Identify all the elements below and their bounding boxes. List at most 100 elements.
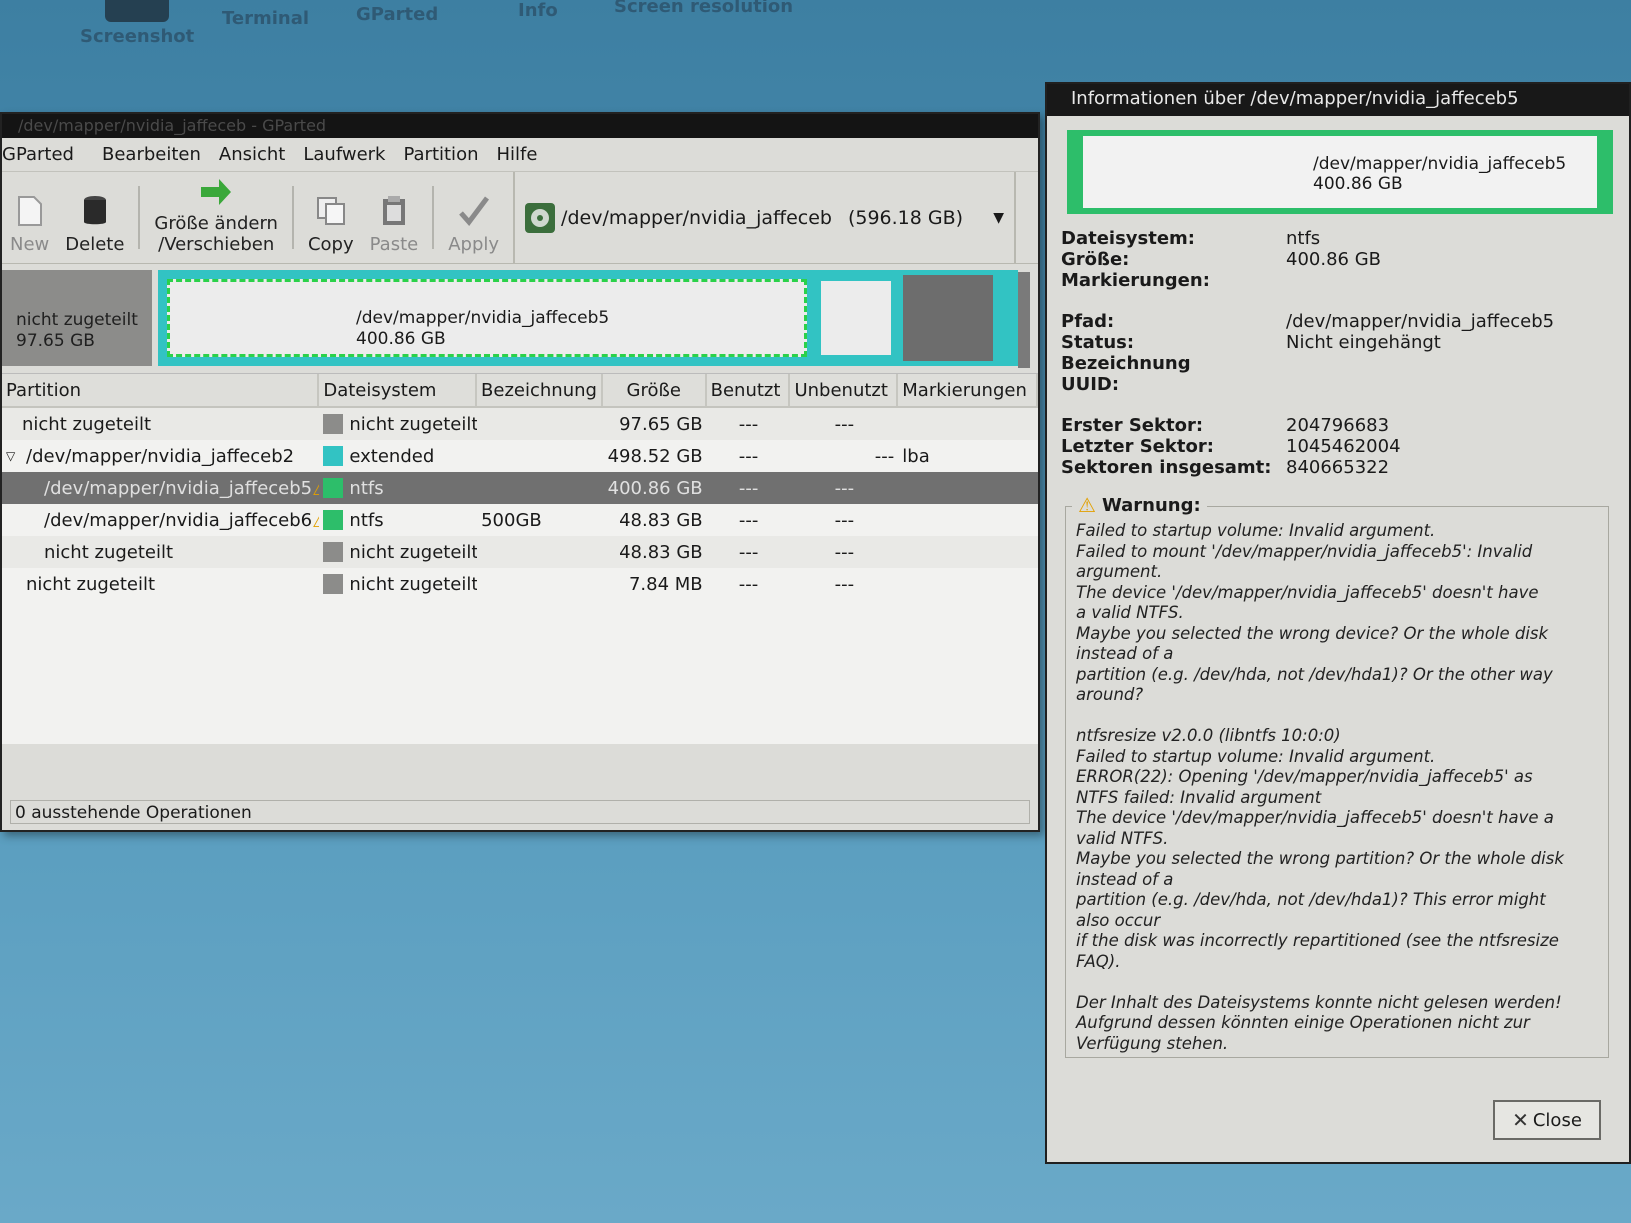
menu-partition[interactable]: Partition [403, 144, 488, 165]
menu-laufwerk[interactable]: Laufwerk [303, 144, 395, 165]
info-key: Letzter Sektor: [1061, 436, 1214, 457]
info-value: Nicht eingehängt [1286, 332, 1441, 353]
info-key: Markierungen: [1061, 270, 1210, 291]
partition-info-dialog: Informationen über /dev/mapper/nvidia_ja… [1045, 82, 1631, 1164]
expander-arrow-icon[interactable]: ▽ [6, 449, 26, 463]
statusbar: 0 ausstehende Operationen [10, 800, 1030, 824]
table-row[interactable]: ▽/dev/mapper/nvidia_jaffeceb2 extended 4… [2, 440, 1038, 472]
warning-title-text: Warnung: [1101, 494, 1201, 516]
window-titlebar[interactable]: /dev/mapper/nvidia_jaffeceb - GParted [2, 114, 1038, 138]
menu-bearbeiten[interactable]: Bearbeiten [102, 144, 211, 165]
desktop-icon-label: Screenshot [80, 26, 195, 47]
info-value: 840665322 [1286, 457, 1390, 478]
info-row-filesystem: Dateisystem: ntfs [1061, 228, 1629, 249]
map-scrollbar[interactable] [1018, 272, 1030, 368]
resize-arrow-icon [199, 177, 233, 207]
dialog-map-size: 400.86 GB [1313, 174, 1403, 194]
map-partition-6[interactable] [815, 275, 897, 361]
cell-size: 498.52 GB [607, 445, 703, 467]
device-selector[interactable]: /dev/mapper/nvidia_jaffeceb (596.18 GB) … [513, 172, 1016, 263]
map-extended-block[interactable]: /dev/mapper/nvidia_jaffeceb5 400.86 GB [158, 270, 1018, 366]
info-row-size: Größe: 400.86 GB [1061, 249, 1629, 270]
desktop-icon-label: Info [518, 0, 558, 21]
info-key: Status: [1061, 332, 1135, 353]
table-row[interactable]: nicht zugeteilt nicht zugeteilt 97.65 GB… [2, 408, 1038, 440]
cell-size: 97.65 GB [619, 413, 703, 435]
map-unallocated-block[interactable]: nicht zugeteilt 97.65 GB [2, 270, 152, 366]
apply-button-label: Apply [448, 234, 500, 255]
menu-gparted[interactable]: GParted [2, 144, 84, 165]
delete-button[interactable]: Delete [57, 172, 132, 263]
info-key: Pfad: [1061, 311, 1115, 332]
dropdown-arrow-icon: ▼ [993, 209, 1004, 226]
cell-filesystem: ntfs [349, 509, 384, 531]
device-size: (596.18 GB) [847, 206, 964, 229]
desktop-icon-screen-resolution[interactable]: Screen resolution [614, 0, 793, 17]
clipboard-icon [377, 194, 411, 228]
harddisk-icon [525, 202, 556, 233]
menubar: GParted Bearbeiten Ansicht Laufwerk Part… [2, 138, 1038, 172]
fs-color-swatch [323, 446, 344, 466]
dialog-title: Informationen über /dev/mapper/nvidia_ja… [1071, 88, 1519, 109]
desktop-icon-label: Terminal [222, 8, 310, 29]
fs-color-swatch [323, 542, 344, 562]
col-partition[interactable]: Partition [2, 374, 320, 406]
cell-flags: lba [902, 445, 930, 467]
toolbar-separator [291, 186, 294, 249]
device-path: /dev/mapper/nvidia_jaffeceb [561, 206, 832, 229]
info-row-last-sector: Letzter Sektor: 1045462004 [1061, 436, 1629, 457]
warning-icon: ⚠ [312, 508, 319, 532]
dialog-partition-box: /dev/mapper/nvidia_jaffeceb5 400.86 GB [1083, 136, 1597, 208]
partition-map: nicht zugeteilt 97.65 GB /dev/mapper/nvi… [2, 264, 1038, 374]
cell-unused: --- [834, 477, 855, 499]
resize-move-button[interactable]: Größe ändern /Verschieben [146, 172, 286, 263]
desktop-icon-screenshot[interactable]: Screenshot [80, 0, 194, 47]
map-unallocated-small[interactable] [903, 275, 993, 361]
col-filesystem[interactable]: Dateisystem [319, 374, 478, 406]
table-row[interactable]: /dev/mapper/nvidia_jaffeceb6⚠ ntfs 500GB… [2, 504, 1038, 536]
cell-used: --- [738, 477, 759, 499]
table-row[interactable]: nicht zugeteilt nicht zugeteilt 7.84 MB … [2, 568, 1038, 600]
col-unused[interactable]: Unbenutzt [790, 374, 899, 406]
col-size[interactable]: Größe [603, 374, 707, 406]
desktop-icon-terminal[interactable]: Terminal [222, 8, 309, 29]
dialog-partition-graphic: /dev/mapper/nvidia_jaffeceb5 400.86 GB [1067, 130, 1613, 214]
col-flags[interactable]: Markierungen [898, 374, 1038, 406]
close-button[interactable]: ✕ Close [1493, 1100, 1601, 1140]
map-selected-size: 400.86 GB [356, 329, 446, 349]
cell-unused: --- [874, 445, 895, 467]
dialog-titlebar[interactable]: Informationen über /dev/mapper/nvidia_ja… [1047, 84, 1629, 116]
cell-filesystem: nicht zugeteilt [349, 413, 478, 435]
apply-button[interactable]: Apply [440, 172, 507, 263]
menu-hilfe[interactable]: Hilfe [496, 144, 547, 165]
cell-filesystem: ntfs [349, 477, 384, 499]
cell-used: --- [738, 541, 759, 563]
cell-size: 48.83 GB [619, 541, 703, 563]
desktop-icon-gparted[interactable]: GParted [356, 4, 438, 25]
checkmark-icon [457, 194, 491, 228]
window-title: /dev/mapper/nvidia_jaffeceb - GParted [18, 116, 327, 135]
info-row-status: Status: Nicht eingehängt [1061, 332, 1629, 353]
map-selected-partition[interactable]: /dev/mapper/nvidia_jaffeceb5 400.86 GB [167, 279, 807, 357]
cell-filesystem: nicht zugeteilt [349, 541, 478, 563]
resize-move-button-label: Größe ändern /Verschieben [154, 213, 278, 255]
copy-button[interactable]: Copy [300, 172, 362, 263]
table-body: nicht zugeteilt nicht zugeteilt 97.65 GB… [2, 408, 1038, 600]
paste-button[interactable]: Paste [362, 172, 427, 263]
desktop-icon-label: Screen resolution [614, 0, 794, 17]
col-used[interactable]: Benutzt [707, 374, 791, 406]
new-button[interactable]: New [2, 172, 57, 263]
paste-button-label: Paste [369, 234, 419, 255]
close-icon: ✕ [1512, 1108, 1529, 1132]
camera-icon [105, 0, 170, 22]
desktop-icon-info[interactable]: Info [518, 0, 558, 21]
partition-table: Partition Dateisystem Bezeichnung Größe … [2, 374, 1038, 744]
cell-size: 7.84 MB [628, 573, 703, 595]
toolbar: New Delete Größe ändern /Verschieben Cop… [2, 172, 1038, 264]
col-label[interactable]: Bezeichnung [477, 374, 603, 406]
cell-size: 48.83 GB [619, 509, 703, 531]
table-row-selected[interactable]: /dev/mapper/nvidia_jaffeceb5⚠ ntfs 400.8… [2, 472, 1038, 504]
menu-ansicht[interactable]: Ansicht [219, 144, 295, 165]
table-row[interactable]: nicht zugeteilt nicht zugeteilt 48.83 GB… [2, 536, 1038, 568]
trash-icon [78, 194, 112, 228]
